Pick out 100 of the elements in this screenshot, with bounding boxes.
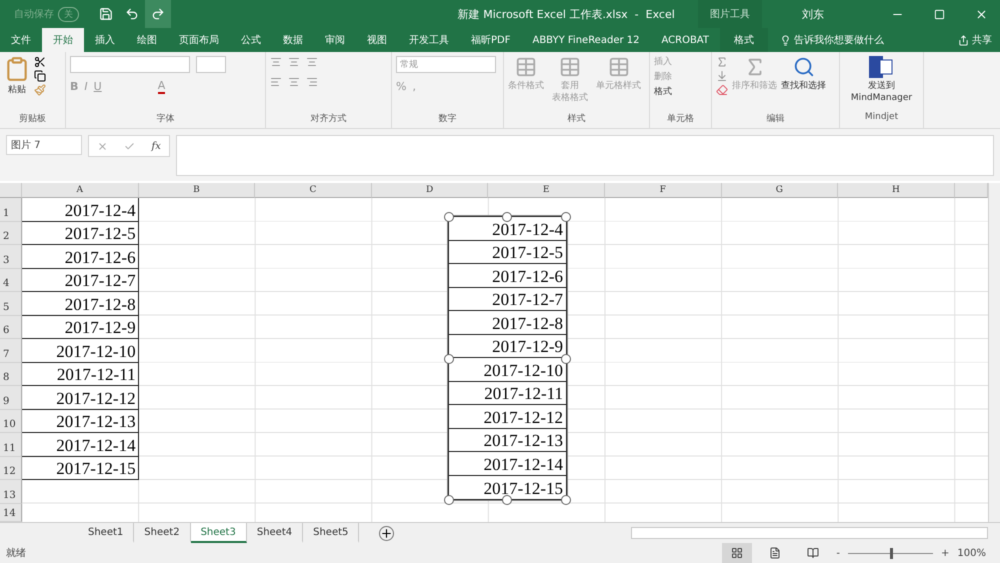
group-label: 单元格 <box>666 112 695 126</box>
group-label: 对齐方式 <box>310 112 348 126</box>
add-sheet-icon[interactable] <box>379 526 394 540</box>
ribbon-tab[interactable]: 插入 <box>84 28 126 52</box>
ribbon-tab[interactable]: 数据 <box>272 28 314 52</box>
group-label: 数字 <box>438 112 458 126</box>
user-name: 刘东 <box>802 6 824 22</box>
fill-icon[interactable] <box>716 70 728 82</box>
column-header[interactable]: B <box>138 183 256 198</box>
picture-cell: 2017-12-13 <box>449 428 566 452</box>
group-label: Mindjet <box>864 112 900 124</box>
pasted-picture[interactable]: 2017-12-4 2017-12-5 2017-12-6 2017-12-7 2017-12-8 2017-12-9 2017-12-10 2017-12-11 2017-12-12 2017-12-13 2017-12-14 2017-12-15 <box>448 216 567 500</box>
table-cell: 2017-12-7 <box>22 268 139 292</box>
group-label: 样式 <box>566 112 586 126</box>
row-header[interactable]: 2 <box>0 222 22 245</box>
align-center-icon[interactable] <box>288 76 300 88</box>
vertical-scrollbar[interactable] <box>988 183 1000 522</box>
row-header[interactable]: 7 <box>0 339 22 362</box>
align-middle-icon[interactable] <box>288 56 300 68</box>
column-header[interactable]: A <box>22 183 139 198</box>
normal-view-icon[interactable] <box>722 543 752 563</box>
picture-cell: 2017-12-11 <box>449 382 566 405</box>
picture-cell: 2017-12-5 <box>449 240 566 264</box>
ribbon-tab[interactable]: ABBYY FineReader 12 <box>521 28 650 52</box>
sum-icon[interactable] <box>716 56 728 68</box>
tell-me-field[interactable]: 告诉我你想要做什么 <box>794 33 884 47</box>
ribbon-tab[interactable]: 审阅 <box>314 28 356 52</box>
copy-icon[interactable] <box>34 70 46 82</box>
font-name-field[interactable] <box>70 56 190 73</box>
search-icon[interactable] <box>792 56 814 78</box>
row-header[interactable]: 3 <box>0 245 22 268</box>
font-size-field[interactable] <box>196 56 226 73</box>
column-header[interactable]: E <box>488 183 605 198</box>
cancel-icon[interactable] <box>97 140 108 152</box>
row-header[interactable]: 5 <box>0 292 22 316</box>
column-header[interactable]: F <box>604 183 722 198</box>
align-bottom-icon[interactable] <box>306 56 318 68</box>
ribbon-tab[interactable]: 页面布局 <box>168 28 230 52</box>
column-header[interactable]: C <box>255 183 372 198</box>
format-button[interactable]: 格式 <box>654 86 672 98</box>
name-box[interactable]: 图片 7 <box>6 135 82 155</box>
send-to-mindmanager-button[interactable]: 发送到 MindManager <box>850 80 912 104</box>
find-select-button[interactable]: 查找和选择 <box>781 80 826 92</box>
select-all-corner[interactable] <box>0 183 22 198</box>
row-header[interactable]: 4 <box>0 268 22 292</box>
row-header[interactable]: 11 <box>0 433 22 456</box>
column-header[interactable]: D <box>372 183 488 198</box>
table-cell: 2017-12-13 <box>22 410 139 433</box>
paste-button[interactable]: 粘贴 <box>8 84 26 96</box>
picture-cell: 2017-12-14 <box>449 452 566 476</box>
lightbulb-icon <box>780 35 791 46</box>
table-cell: 2017-12-6 <box>22 245 139 268</box>
ribbon-tab[interactable]: 绘图 <box>126 28 168 52</box>
window-title: 新建 Microsoft Excel 工作表.xlsx - Excel <box>456 6 676 22</box>
sheet-tab[interactable]: Sheet3 <box>190 523 247 543</box>
ribbon-tab[interactable]: 开始 <box>42 28 84 52</box>
align-top-icon[interactable] <box>270 56 282 68</box>
insert-function-button[interactable]: fx <box>152 140 161 152</box>
cut-icon[interactable] <box>34 56 46 68</box>
row-header[interactable]: 12 <box>0 456 22 480</box>
column-header[interactable]: G <box>722 183 838 198</box>
row-header[interactable]: 13 <box>0 480 22 504</box>
row-header[interactable]: 9 <box>0 386 22 410</box>
zoom-thumb[interactable] <box>890 548 893 558</box>
formula-field[interactable] <box>176 135 994 176</box>
ribbon-tab[interactable]: 开发工具 <box>398 28 460 52</box>
redo-icon[interactable] <box>145 0 171 28</box>
eraser-icon[interactable] <box>716 84 728 96</box>
row-header[interactable]: 6 <box>0 316 22 339</box>
table-cell: 2017-12-4 <box>22 198 139 222</box>
row-header[interactable]: 1 <box>0 198 22 222</box>
group-label: 编辑 <box>766 112 786 126</box>
ribbon-tab[interactable]: 公式 <box>230 28 272 52</box>
align-right-icon[interactable] <box>306 76 318 88</box>
enter-icon[interactable] <box>124 140 136 152</box>
share-button[interactable]: 共享 <box>972 33 992 47</box>
ribbon-tab[interactable]: 文件 <box>0 28 42 52</box>
ribbon-tab[interactable]: 视图 <box>356 28 398 52</box>
mindmanager-icon[interactable] <box>869 56 894 78</box>
horizontal-scrollbar[interactable] <box>631 527 988 539</box>
row-header[interactable]: 10 <box>0 410 22 433</box>
picture-cell: 2017-12-12 <box>449 405 566 428</box>
ribbon-tab[interactable]: 格式 <box>720 28 768 52</box>
ribbon-tab[interactable]: 福昕PDF <box>460 28 522 52</box>
column-header[interactable]: H <box>838 183 955 198</box>
ribbon-tab[interactable]: ACROBAT <box>650 28 720 52</box>
column-header[interactable] <box>954 183 988 198</box>
row-header[interactable]: 8 <box>0 362 22 386</box>
table-format-icon[interactable] <box>559 56 581 78</box>
row-header[interactable]: 14 <box>0 504 22 522</box>
zoom-out-button[interactable]: - <box>836 548 840 558</box>
group-label: 剪贴板 <box>18 112 47 126</box>
share-icon[interactable] <box>958 35 969 46</box>
align-left-icon[interactable] <box>270 76 282 88</box>
table-cell: 2017-12-9 <box>22 316 139 339</box>
table-cell: 2017-12-10 <box>22 339 139 362</box>
zoom-in-button[interactable]: + <box>941 548 950 558</box>
cell-styles-icon[interactable] <box>608 56 630 78</box>
table-cell: 2017-12-12 <box>22 386 139 410</box>
conditional-format-icon[interactable] <box>515 56 537 78</box>
